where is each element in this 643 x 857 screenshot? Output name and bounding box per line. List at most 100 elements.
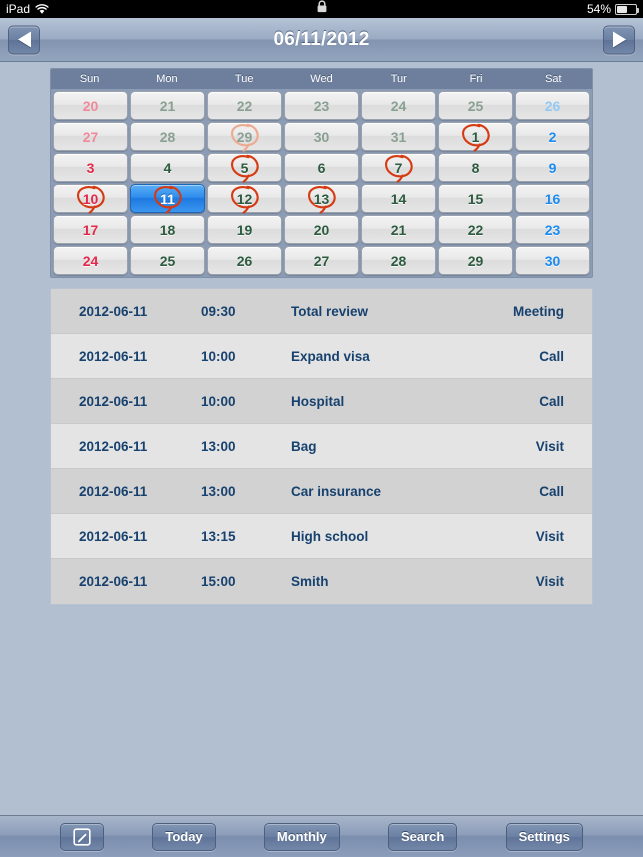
event-row[interactable]: 2012-06-11 15:00 Smith Visit: [51, 559, 592, 604]
day-cell[interactable]: 21: [361, 215, 436, 244]
day-cell[interactable]: 8: [438, 153, 513, 182]
bottom-toolbar: Today Monthly Search Settings: [0, 815, 643, 857]
weekday-header-sat: Sat: [545, 73, 562, 85]
monthly-button[interactable]: Monthly: [263, 822, 340, 851]
event-type: Visit: [535, 528, 564, 544]
day-number: 21: [390, 221, 407, 238]
event-row[interactable]: 2012-06-11 13:15 High school Visit: [51, 514, 592, 559]
day-cell[interactable]: 27: [53, 122, 128, 151]
day-cell[interactable]: 14: [361, 184, 436, 213]
day-cell[interactable]: 30: [284, 122, 359, 151]
event-row[interactable]: 2012-06-11 13:00 Bag Visit: [51, 424, 592, 469]
today-button[interactable]: Today: [152, 822, 216, 851]
event-time: 10:00: [201, 393, 236, 409]
day-number: 24: [390, 97, 407, 114]
day-cell[interactable]: 10: [53, 184, 128, 214]
day-cell[interactable]: 22: [207, 91, 282, 120]
day-cell[interactable]: 24: [361, 91, 436, 120]
event-type: Visit: [535, 438, 564, 454]
compose-icon: [73, 827, 91, 846]
next-day-button[interactable]: [603, 25, 635, 54]
day-number: 22: [467, 221, 484, 238]
event-title: Smith: [291, 574, 329, 589]
day-number: 9: [548, 159, 557, 176]
search-button[interactable]: Search: [387, 822, 458, 851]
day-cell[interactable]: 18: [130, 215, 205, 244]
day-number: 1: [471, 128, 480, 145]
day-number: 19: [236, 221, 253, 238]
day-number: 16: [544, 190, 561, 207]
battery-fill: [617, 5, 628, 13]
event-row[interactable]: 2012-06-11 10:00 Hospital Call: [51, 379, 592, 424]
day-cell[interactable]: 24: [53, 246, 128, 275]
event-row[interactable]: 2012-06-11 09:30 Total review Meeting: [51, 289, 592, 334]
day-cell[interactable]: 29: [207, 122, 282, 152]
day-number: 2: [548, 128, 557, 145]
day-cell[interactable]: 26: [207, 246, 282, 275]
weekday-header-tue: Tue: [234, 73, 254, 85]
day-cell[interactable]: 5: [207, 153, 282, 183]
day-cell[interactable]: 26: [515, 91, 590, 120]
compose-button[interactable]: [60, 822, 105, 851]
event-type: Call: [539, 393, 564, 409]
day-cell[interactable]: 19: [207, 215, 282, 244]
day-cell[interactable]: 31: [361, 122, 436, 151]
day-number: 17: [82, 221, 99, 238]
day-cell[interactable]: 23: [515, 215, 590, 244]
day-cell[interactable]: 21: [130, 91, 205, 120]
day-cell[interactable]: 6: [284, 153, 359, 182]
event-title: Hospital: [291, 393, 345, 409]
event-type: Call: [539, 348, 564, 364]
event-row[interactable]: 2012-06-11 13:00 Car insurance Call: [51, 469, 592, 514]
day-number: 6: [317, 159, 326, 176]
day-cell[interactable]: 27: [284, 246, 359, 275]
day-cell[interactable]: 25: [130, 246, 205, 275]
day-number: 10: [82, 190, 99, 207]
event-title: Expand visa: [291, 348, 370, 364]
triangle-right-icon: [612, 31, 626, 48]
day-cell[interactable]: 16: [515, 184, 590, 213]
battery-icon: [615, 3, 639, 15]
weekday-header-fri: Fri: [469, 73, 483, 85]
previous-day-button[interactable]: [8, 25, 40, 54]
event-date: 2012-06-11: [79, 303, 148, 319]
day-number: 11: [160, 190, 175, 207]
day-cell[interactable]: 1: [438, 122, 513, 152]
day-cell[interactable]: 28: [130, 122, 205, 151]
event-date: 2012-06-11: [79, 438, 148, 454]
day-cell[interactable]: 2: [515, 122, 590, 151]
day-cell[interactable]: 30: [515, 246, 590, 275]
day-number: 21: [159, 97, 176, 114]
day-cell[interactable]: 15: [438, 184, 513, 213]
day-number: 13: [313, 190, 330, 207]
event-date: 2012-06-11: [79, 483, 148, 499]
day-cell[interactable]: 12: [207, 184, 282, 214]
day-cell[interactable]: 9: [515, 153, 590, 182]
event-list: 2012-06-11 09:30 Total review Meeting 2012-0…: [50, 288, 593, 605]
day-number: 29: [236, 128, 253, 145]
event-row[interactable]: 2012-06-11 10:00 Expand visa Call: [51, 334, 592, 379]
day-cell[interactable]: 22: [438, 215, 513, 244]
day-number: 26: [544, 97, 561, 114]
day-number: 29: [467, 252, 484, 269]
day-cell[interactable]: 20: [284, 215, 359, 244]
day-cell[interactable]: 3: [53, 153, 128, 182]
day-number: 20: [82, 97, 99, 114]
day-cell[interactable]: 7: [361, 153, 436, 183]
day-number: 30: [544, 252, 561, 269]
day-cell[interactable]: 13: [284, 184, 359, 214]
day-cell[interactable]: 23: [284, 91, 359, 120]
settings-button[interactable]: Settings: [505, 822, 583, 851]
navigation-bar: 06/11/2012: [0, 18, 643, 62]
event-type: Meeting: [512, 303, 564, 319]
day-cell[interactable]: 4: [130, 153, 205, 182]
event-date: 2012-06-11: [79, 393, 148, 409]
day-cell[interactable]: 25: [438, 91, 513, 120]
event-title: Car insurance: [291, 483, 382, 499]
day-cell[interactable]: 20: [53, 91, 128, 120]
day-cell[interactable]: 17: [53, 215, 128, 244]
day-cell[interactable]: 29: [438, 246, 513, 275]
day-cell[interactable]: 28: [361, 246, 436, 275]
status-bar-left: iPad: [6, 3, 49, 15]
day-cell[interactable]: 11: [130, 184, 205, 214]
